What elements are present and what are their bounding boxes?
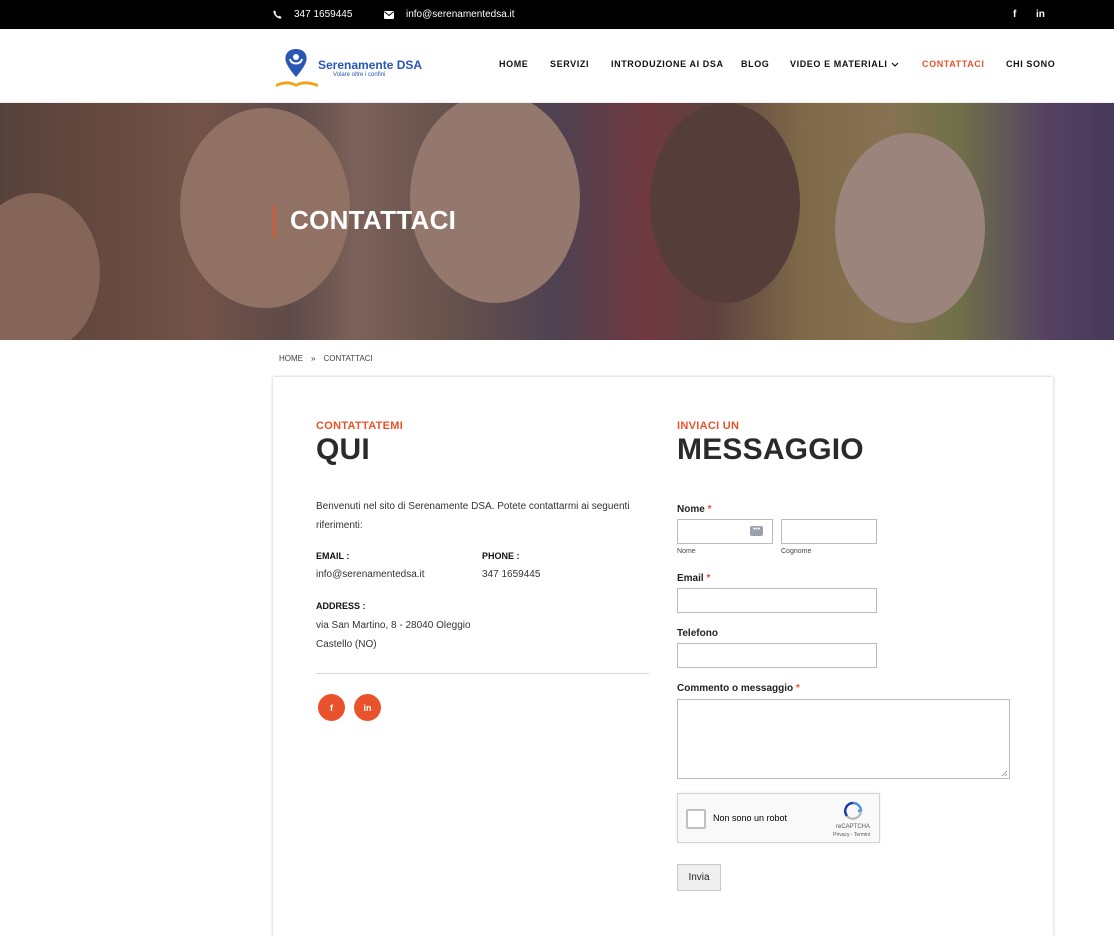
recaptcha-text: Non sono un robot [713,813,788,823]
address-line2: Castello (NO) [316,639,377,650]
hero-title-accent [273,206,275,238]
logo-brand: Serenamente DSA [318,58,423,72]
breadcrumb: HOME » CONTATTACI [279,354,373,363]
message-field-label: Commento o messaggio * [677,683,800,694]
site-logo[interactable]: Serenamente DSA Volare oltre i confini [274,47,422,89]
email-label: EMAIL : [316,551,350,561]
phone-value[interactable]: 347 1659445 [482,565,540,584]
recaptcha-links[interactable]: Privacy - Termini [833,832,870,838]
nav-item-home[interactable]: HOME [499,59,528,69]
submit-button[interactable]: Invia [677,864,721,891]
top-bar: 347 1659445 info@serenamentedsa.it f in [0,0,1114,29]
facebook-circle-icon[interactable]: f [318,694,345,721]
breadcrumb-current: CONTATTACI [323,354,373,363]
required-mark: * [707,504,712,515]
recaptcha-logo-icon [844,801,863,820]
phone-icon [273,10,282,19]
breadcrumb-home[interactable]: HOME [279,354,303,363]
contact-divider [316,673,649,674]
first-name-sublabel: Nome [677,548,696,555]
name-label-text: Nome [677,504,705,515]
site-header: Serenamente DSA Volare oltre i confini H… [0,29,1114,103]
phone-field-label: Telefono [677,628,718,639]
logo-pin-icon [276,49,318,87]
contact-title: QUI [316,433,370,466]
contact-info-heading: CONTATTATEMI QUI [316,420,650,467]
phone-input[interactable] [677,643,877,668]
nav-item-servizi[interactable]: SERVIZI [550,59,589,69]
email-field-label: Email * [677,573,710,584]
phone-label: PHONE : [482,551,520,561]
linkedin-circle-icon[interactable]: in [354,694,381,721]
topbar-phone-text: 347 1659445 [294,9,353,20]
hero-title: CONTATTACI [273,205,573,245]
recaptcha-brand: reCAPTCHA [835,824,870,830]
name-field-label: Nome * [677,504,711,515]
nav-item-contattaci[interactable]: CONTATTACI [922,59,985,69]
contact-kicker: CONTATTATEMI [316,420,404,432]
envelope-icon [384,10,394,19]
chevron-down-icon[interactable] [891,62,899,68]
email-label-text: Email [677,573,704,584]
message-textarea[interactable] [677,699,1010,779]
logo-tagline: Volare oltre i confini [333,72,386,78]
topbar-email-text: info@serenamentedsa.it [406,9,515,20]
nav-item-chi-sono[interactable]: CHI SONO [1006,59,1055,69]
email-input[interactable] [677,588,877,613]
message-label-text: Commento o messaggio [677,683,794,694]
email-value[interactable]: info@serenamentedsa.it [316,565,425,584]
recaptcha-checkbox[interactable] [686,809,706,829]
first-name-input[interactable]: ••• [677,519,773,544]
nav-item-blog[interactable]: BLOG [741,59,769,69]
required-mark: * [706,573,711,584]
autofill-key-icon[interactable]: ••• [750,526,763,536]
last-name-input[interactable] [781,519,877,544]
form-title: MESSAGGIO [677,433,864,466]
page-title: CONTATTACI [290,205,457,235]
address-label: ADDRESS : [316,601,366,611]
address-line1: via San Martino, 8 - 28040 Oleggio [316,620,471,631]
nav-item-video[interactable]: VIDEO E MATERIALI [790,59,888,69]
topbar-email[interactable]: info@serenamentedsa.it [384,0,515,29]
form-kicker: INVIACI UN [677,420,740,432]
contact-intro: Benvenuti nel sito di Serenamente DSA. P… [316,501,630,531]
resize-handle-icon[interactable] [1001,770,1008,777]
recaptcha-widget: Non sono un robot reCAPTCHA Privacy - Te… [677,793,880,843]
form-heading: INVIACI UN MESSAGGIO [677,420,1017,467]
linkedin-icon[interactable]: in [1036,0,1045,29]
topbar-phone[interactable]: 347 1659445 [273,0,352,29]
phone-label-text: Telefono [677,628,718,639]
required-mark: * [795,683,800,694]
last-name-sublabel: Cognome [781,548,812,555]
nav-item-introduzione[interactable]: INTRODUZIONE AI DSA [611,59,724,69]
facebook-icon[interactable]: f [1013,0,1016,29]
breadcrumb-separator: » [311,354,316,363]
